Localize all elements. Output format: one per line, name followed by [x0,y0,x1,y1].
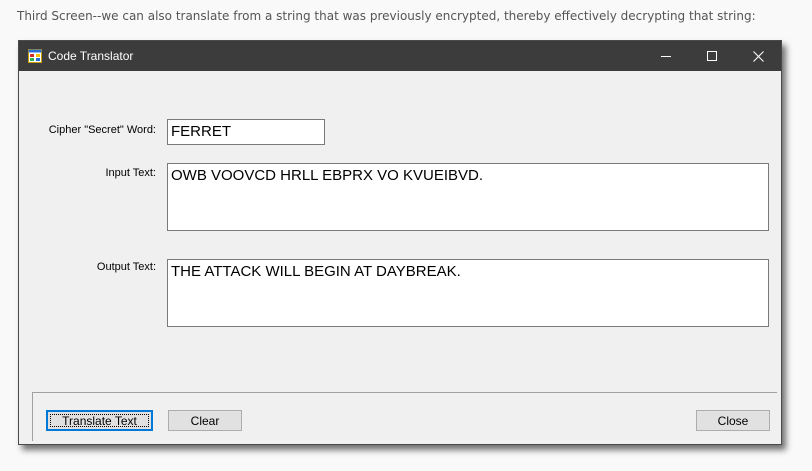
clear-button-label: Clear [190,413,220,428]
clear-button[interactable]: Clear [168,410,242,431]
maximize-icon [707,51,717,61]
translate-text-button-label: Translate Text [62,413,137,428]
translate-text-button[interactable]: Translate Text [46,410,153,431]
title-bar[interactable]: Code Translator [19,41,781,71]
cipher-word-label: Cipher "Secret" Word: [48,124,156,136]
input-text-label: Input Text: [105,167,156,179]
output-text-label: Output Text: [96,261,156,273]
page-caption: Third Screen--we can also translate from… [17,9,756,23]
close-window-button[interactable] [735,41,781,71]
close-button-label: Close [717,413,749,428]
app-form-icon [28,49,42,63]
minimize-button[interactable] [643,41,689,71]
code-translator-window: Code Translator Cipher "Secret" Word: FE… [18,40,782,445]
window-title: Code Translator [48,49,134,63]
maximize-button[interactable] [689,41,735,71]
output-text-area[interactable]: THE ATTACK WILL BEGIN AT DAYBREAK. [167,259,769,327]
close-icon [752,50,764,62]
close-button[interactable]: Close [696,410,770,431]
input-text-area[interactable]: OWB VOOVCD HRLL EBPRX VO KVUEIBVD. [167,163,769,231]
cipher-word-input[interactable]: FERRET [167,119,325,145]
minimize-icon [661,56,671,57]
